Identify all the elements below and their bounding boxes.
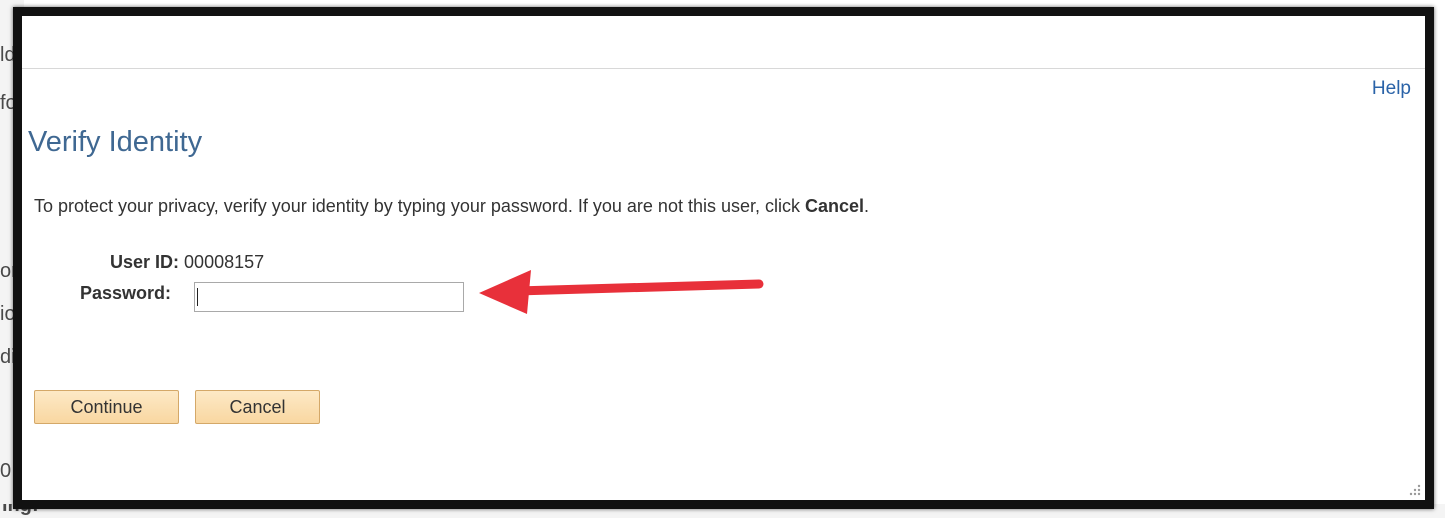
verify-identity-dialog: Help Verify Identity To protect your pri…: [13, 7, 1434, 509]
instruction-suffix: .: [864, 196, 870, 216]
password-row: Password:: [80, 283, 171, 304]
instruction-cancel-emphasis: Cancel: [805, 196, 865, 216]
instruction-text: To protect your privacy, verify your ide…: [34, 196, 869, 217]
help-link[interactable]: Help: [1372, 78, 1411, 100]
page-title: Verify Identity: [28, 126, 203, 158]
background-text: 0: [0, 460, 12, 482]
instruction-prefix: To protect your privacy, verify your ide…: [34, 196, 805, 216]
resize-grip-icon[interactable]: [1407, 482, 1421, 496]
user-id-label: User ID:: [110, 252, 180, 272]
red-arrow-icon: [479, 270, 764, 314]
cancel-button[interactable]: Cancel: [195, 390, 320, 424]
user-id-value: 00008157: [184, 252, 265, 272]
password-label: Password:: [80, 283, 172, 303]
password-input[interactable]: [194, 282, 464, 312]
continue-button[interactable]: Continue: [34, 390, 179, 424]
user-id-row: User ID: 00008157: [110, 252, 264, 273]
dialog-header: [22, 16, 1425, 69]
text-caret: [197, 288, 198, 306]
